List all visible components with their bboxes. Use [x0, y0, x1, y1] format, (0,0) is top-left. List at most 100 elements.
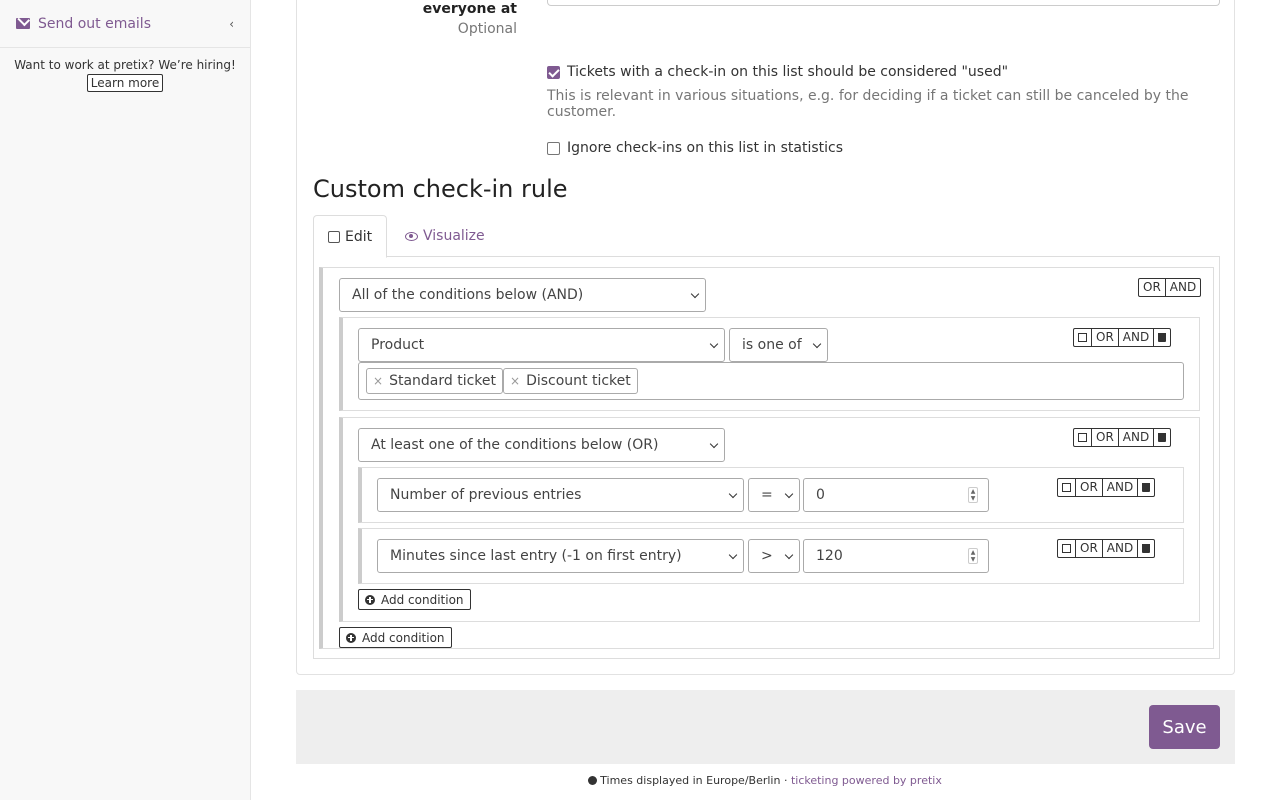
product-field-select[interactable]: Product	[358, 328, 725, 362]
tab-edit-label: Edit	[345, 228, 373, 245]
delete-button[interactable]	[1153, 328, 1172, 347]
product-tags-input[interactable]: × Standard ticket × Discount ticket	[358, 362, 1184, 400]
eye-icon	[405, 231, 418, 241]
or-operator-select[interactable]: At least one of the conditions below (OR…	[358, 428, 725, 462]
footer-separator: ·	[780, 774, 791, 787]
delete-button[interactable]	[1153, 428, 1172, 447]
rule-tabs: Edit Visualize	[313, 215, 1220, 258]
trash-icon	[1158, 433, 1167, 442]
consider-used-label: Tickets with a check-in on this list sho…	[567, 64, 1009, 80]
page-footer: Times displayed in Europe/Berlin · ticke…	[0, 774, 1280, 787]
root-condition-group: All of the conditions below (AND) OR AND…	[319, 267, 1214, 649]
learn-more-link[interactable]: Learn more	[86, 74, 164, 92]
minutes-value: 120	[816, 548, 843, 564]
trash-icon	[1158, 333, 1167, 342]
consider-used-row[interactable]: Tickets with a check-in on this list sho…	[547, 64, 1008, 80]
entries-condition: Number of previous entries = 0 ▲ ▼ OR AND	[358, 467, 1184, 523]
product-tag[interactable]: × Standard ticket	[366, 368, 503, 394]
field-optional-hint: Optional	[457, 21, 517, 37]
powered-by-link[interactable]: ticketing powered by pretix	[791, 774, 942, 787]
wrap-or-button[interactable]: OR	[1138, 278, 1166, 297]
sidebar: Send out emails ‹ Want to work at pretix…	[0, 0, 251, 800]
root-operator-value: All of the conditions below (AND)	[352, 287, 584, 303]
sidebar-item-send-emails[interactable]: Send out emails ‹	[0, 0, 250, 48]
minutes-condition: Minutes since last entry (-1 on first en…	[358, 528, 1184, 584]
number-spinner-icon[interactable]: ▲ ▼	[968, 548, 978, 564]
copy-icon	[1078, 333, 1087, 342]
tab-visualize-label: Visualize	[423, 228, 485, 244]
wrap-or-button[interactable]: OR	[1091, 428, 1119, 447]
wrap-and-button[interactable]: AND	[1117, 328, 1155, 347]
delete-button[interactable]	[1137, 478, 1156, 497]
delete-button[interactable]	[1137, 539, 1156, 558]
product-operator-select[interactable]: is one of	[729, 328, 828, 362]
trash-icon	[1142, 544, 1151, 553]
entries-operator-select[interactable]: =	[748, 478, 800, 512]
add-condition-button[interactable]: Add condition	[358, 589, 471, 610]
copy-icon	[1062, 544, 1071, 553]
ignore-stats-checkbox[interactable]	[547, 141, 560, 155]
wrap-or-button[interactable]: OR	[1091, 328, 1119, 347]
tab-visualize[interactable]: Visualize	[391, 215, 499, 257]
entries-operator-value: =	[761, 487, 773, 503]
everyone-at-input[interactable]	[547, 0, 1220, 6]
product-operator-value: is one of	[742, 337, 802, 353]
root-operator-select[interactable]: All of the conditions below (AND)	[339, 278, 706, 312]
envelope-icon	[16, 18, 30, 29]
consider-used-checkbox[interactable]	[547, 65, 560, 79]
consider-used-help: This is relevant in various situations, …	[547, 88, 1189, 120]
globe-icon	[588, 776, 598, 785]
save-button[interactable]: Save	[1149, 705, 1220, 749]
add-condition-label: Add condition	[362, 630, 445, 645]
product-field-value: Product	[371, 337, 425, 353]
field-label: everyone at	[422, 1, 517, 17]
chevron-down-icon	[812, 339, 822, 349]
chevron-down-icon	[709, 339, 719, 349]
duplicate-button[interactable]	[1073, 428, 1092, 447]
remove-tag-icon[interactable]: ×	[510, 374, 520, 388]
add-condition-button[interactable]: Add condition	[339, 627, 452, 648]
chevron-down-icon	[690, 289, 700, 299]
wrap-and-button[interactable]: AND	[1164, 278, 1202, 297]
entries-value: 0	[816, 487, 825, 503]
chevron-down-icon	[709, 439, 719, 449]
plus-circle-icon	[346, 632, 356, 643]
sidebar-item-label: Send out emails	[38, 15, 151, 32]
entries-field-value: Number of previous entries	[390, 487, 582, 503]
product-tag[interactable]: × Discount ticket	[503, 368, 638, 394]
minutes-field-value: Minutes since last entry (-1 on first en…	[390, 548, 682, 564]
chevron-down-icon	[728, 489, 738, 499]
plus-circle-icon	[365, 594, 375, 605]
entries-condition-buttons: OR AND	[1057, 478, 1156, 497]
entries-field-select[interactable]: Number of previous entries	[377, 478, 744, 512]
minutes-value-input[interactable]: 120 ▲ ▼	[803, 539, 989, 573]
product-condition: Product is one of OR AND × Standard ticke…	[339, 317, 1200, 411]
chevron-left-icon[interactable]: ‹	[229, 17, 234, 31]
wrap-or-button[interactable]: OR	[1075, 539, 1103, 558]
duplicate-button[interactable]	[1073, 328, 1092, 347]
wrap-and-button[interactable]: AND	[1101, 478, 1139, 497]
remove-tag-icon[interactable]: ×	[373, 374, 383, 388]
or-condition-group: At least one of the conditions below (OR…	[339, 417, 1200, 622]
hiring-text: Want to work at pretix? We’re hiring!	[14, 58, 236, 72]
number-spinner-icon[interactable]: ▲ ▼	[968, 487, 978, 503]
edit-icon	[328, 230, 340, 243]
wrap-or-button[interactable]: OR	[1075, 478, 1103, 497]
minutes-operator-select[interactable]: >	[748, 539, 800, 573]
minutes-condition-buttons: OR AND	[1057, 539, 1156, 558]
custom-rule-heading: Custom check-in rule	[313, 175, 568, 203]
root-group-buttons: OR AND	[1138, 278, 1202, 297]
wrap-and-button[interactable]: AND	[1101, 539, 1139, 558]
duplicate-button[interactable]	[1057, 478, 1076, 497]
trash-icon	[1142, 483, 1151, 492]
or-group-buttons: OR AND	[1073, 428, 1172, 447]
entries-value-input[interactable]: 0 ▲ ▼	[803, 478, 989, 512]
minutes-field-select[interactable]: Minutes since last entry (-1 on first en…	[377, 539, 744, 573]
chevron-down-icon	[784, 489, 794, 499]
chevron-down-icon	[784, 550, 794, 560]
tab-edit[interactable]: Edit	[313, 215, 388, 258]
wrap-and-button[interactable]: AND	[1117, 428, 1155, 447]
ignore-stats-row[interactable]: Ignore check-ins on this list in statist…	[547, 140, 843, 156]
copy-icon	[1078, 433, 1087, 442]
duplicate-button[interactable]	[1057, 539, 1076, 558]
